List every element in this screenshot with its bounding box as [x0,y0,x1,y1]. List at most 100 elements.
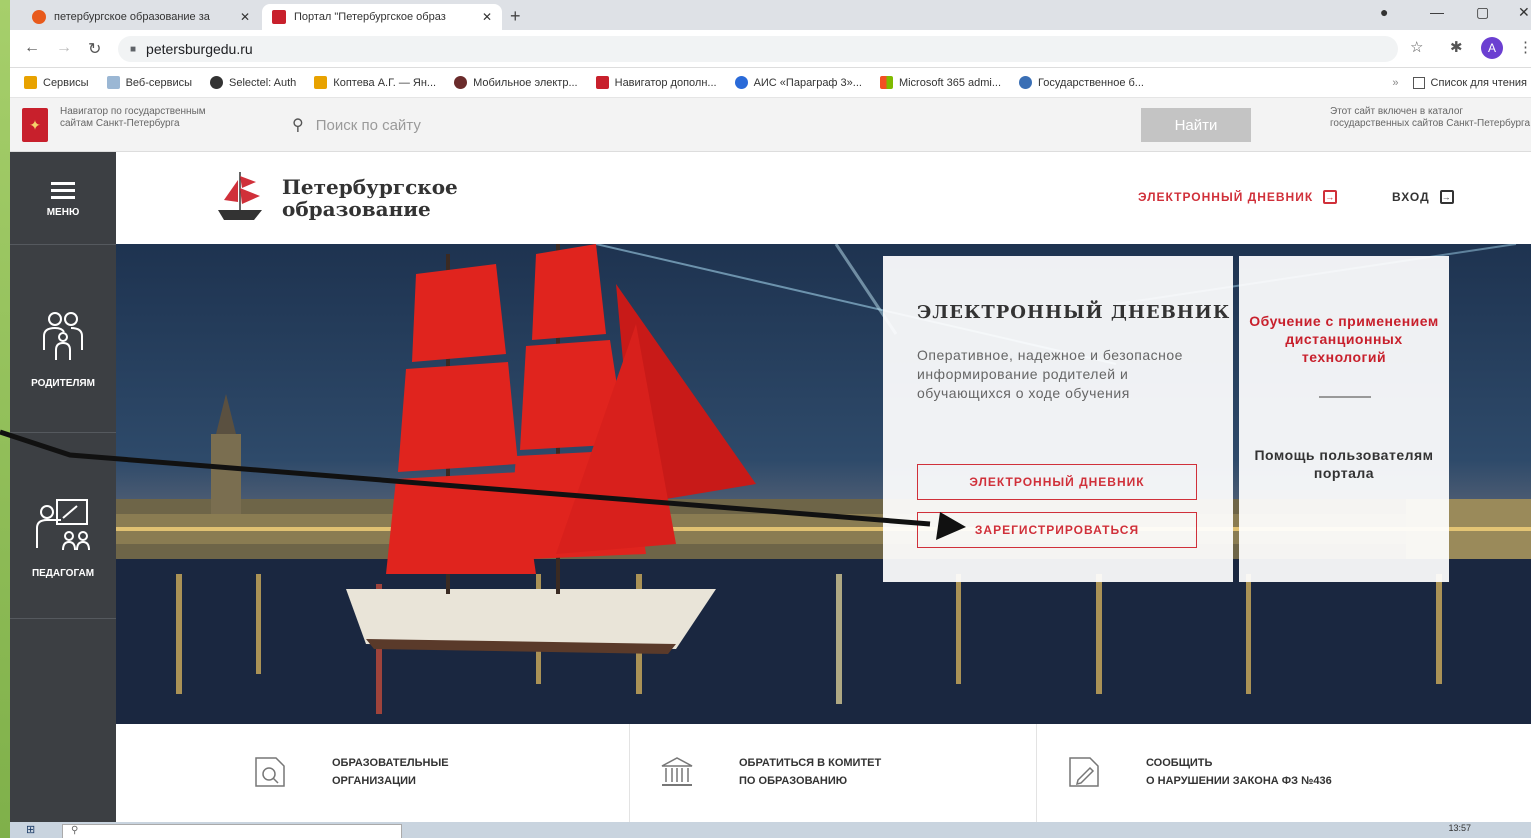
extensions-icon[interactable]: ✱ [1450,38,1463,56]
login-link[interactable]: ВХОД → [1392,190,1454,204]
bookmark-navigator[interactable]: Навигатор дополн... [595,76,717,89]
login-arrow-icon: → [1439,190,1454,204]
tab-title: петербургское образование за [54,11,210,23]
login-label: ВХОД [1392,190,1430,204]
user-help-link[interactable]: Помощь пользователям портала [1249,446,1439,482]
logo-line-2: образование [282,197,431,221]
gov-navigator-bar: ✦ Навигатор по государственным сайтам Са… [10,98,1531,152]
taskbar-clock[interactable]: 13:57 [1448,823,1471,833]
search-doc-icon [255,757,285,787]
hero-banner: ЭЛЕКТРОННЫЙ ДНЕВНИК Оперативное, надежно… [116,244,1531,724]
divider [10,244,116,245]
diary-card-description: Оперативное, надежное и безопасное инфор… [917,347,1183,401]
bookmark-gov[interactable]: Государственное б... [1019,76,1144,89]
bookmark-icon [734,76,748,89]
sidebar-item-parents[interactable]: РОДИТЕЛЯМ [10,310,116,389]
bookmark-ais-paragraph[interactable]: АИС «Параграф 3»... [734,76,862,89]
spb-emblem-icon[interactable]: ✦ [22,108,48,142]
bookmark-web-services[interactable]: Веб-сервисы [106,76,193,89]
site-header: Петербургское образование ЭЛЕКТРОННЫЙ ДН… [116,152,1531,244]
close-window-icon[interactable]: ✕ [1518,4,1530,21]
taskbar-search-input[interactable]: ⚲ [62,824,402,838]
maximize-icon[interactable]: ▢ [1476,4,1489,21]
divider [10,432,116,433]
bookmarks-bar: Сервисы Веб-сервисы Selectel: Auth Копте… [10,68,1531,98]
quick-link-line2: О НАРУШЕНИИ ЗАКОНА ФЗ №436 [1146,775,1332,787]
windows-taskbar: ⊞ ⚲ 13:57 [10,822,1531,838]
bookmark-icon [106,76,120,89]
tab-portal[interactable]: Портал "Петербургское образ ✕ [262,4,502,30]
forward-icon[interactable]: → [56,39,72,57]
navigator-text[interactable]: Навигатор по государственным сайтам Санк… [60,106,240,130]
close-tab-icon[interactable]: ✕ [240,10,250,24]
teachers-label: ПЕДАГОГАМ [31,568,95,579]
more-bookmarks-icon[interactable]: » [1392,77,1398,89]
search-placeholder: Поиск по сайту [315,116,421,134]
profile-avatar[interactable]: A [1481,37,1503,59]
microsoft-icon [879,76,893,89]
star-icon[interactable]: ☆ [1410,38,1423,56]
quick-link-report-violation[interactable]: СООБЩИТЬ О НАРУШЕНИИ ЗАКОНА ФЗ №436 [1066,754,1332,790]
quick-link-line2: ПО ОБРАЗОВАНИЮ [739,775,848,787]
windows-start-icon[interactable]: ⊞ [26,823,35,836]
teachers-icon [36,499,90,551]
menu-button[interactable]: МЕНЮ [10,178,116,218]
site-logo-text[interactable]: Петербургское образование [282,176,458,220]
url-field[interactable]: ■ petersburgedu.ru [118,36,1398,62]
reading-list-label: Список для чтения [1430,77,1527,89]
quick-link-line1: СООБЩИТЬ [1146,757,1213,769]
browser-window: петербургское образование за ✕ Портал "П… [10,0,1531,838]
bookmark-label: Сервисы [43,76,89,89]
quick-link-organizations[interactable]: ОБРАЗОВАТЕЛЬНЫЕ ОРГАНИЗАЦИИ [252,754,449,790]
header-diary-label: ЭЛЕКТРОННЫЙ ДНЕВНИК [1138,190,1314,204]
bookmark-kopteva[interactable]: Коптева А.Г. — Ян... [314,76,436,89]
mail-icon [314,76,328,89]
back-icon[interactable]: ← [24,39,40,57]
minimize-icon[interactable]: — [1430,4,1444,20]
sidebar: МЕНЮ РОДИТЕЛЯМ ПЕДАГОГАМ [10,152,116,838]
bookmark-microsoft-365[interactable]: Microsoft 365 admi... [879,76,1002,89]
tab-search[interactable]: петербургское образование за ✕ [22,4,260,30]
bookmark-selectel[interactable]: Selectel: Auth [210,76,296,89]
divider [10,618,116,619]
bookmark-label: Коптева А.Г. — Ян... [333,76,437,89]
tab-bar: петербургское образование за ✕ Портал "П… [10,0,1531,30]
divider [1319,396,1371,398]
bookmark-icon [454,76,468,89]
diary-button[interactable]: ЭЛЕКТРОННЫЙ ДНЕВНИК [917,464,1197,500]
building-icon [661,757,693,786]
yandex-icon [32,10,46,24]
browser-menu-icon[interactable]: ⋮ [1518,38,1531,56]
tab-title: Портал "Петербургское образ [294,11,446,23]
quick-link-committee[interactable]: ОБРАТИТЬСЯ В КОМИТЕТ ПО ОБРАЗОВАНИЮ [659,754,881,790]
reload-icon[interactable]: ↻ [88,39,101,59]
ship-logo-icon[interactable] [214,170,264,224]
bookmark-services[interactable]: Сервисы [24,76,89,89]
bookmark-label: Навигатор дополн... [614,76,717,89]
sidebar-item-teachers[interactable]: ПЕДАГОГАМ [10,496,116,579]
login-arrow-icon: → [1323,190,1338,204]
bookmark-label: Microsoft 365 admi... [898,76,1002,89]
bookmark-label: Веб-сервисы [125,76,193,89]
close-tab-icon[interactable]: ✕ [482,10,492,24]
globe-icon [210,76,224,89]
divider [1036,724,1037,822]
catalog-note: Этот сайт включен в каталог государствен… [1330,106,1531,129]
parents-icon [43,312,83,360]
site-search-input[interactable]: ⚲ Поиск по сайту [278,108,1128,142]
new-tab-icon[interactable]: + [510,6,521,27]
bookmark-label: Мобильное электр... [473,76,578,89]
search-button[interactable]: Найти [1141,108,1251,142]
record-icon: ● [1380,4,1389,20]
address-bar: ← → ↻ ■ petersburgedu.ru ☆ ✱ A ⋮ [10,30,1531,68]
distance-learning-link[interactable]: Обучение с применением дистанционных тех… [1249,312,1439,366]
diary-card: ЭЛЕКТРОННЫЙ ДНЕВНИК Оперативное, надежно… [883,256,1233,582]
bookmark-mobile-diary[interactable]: Мобильное электр... [454,76,578,89]
reading-list[interactable]: » Список для чтения [1392,68,1531,98]
edit-doc-icon [1069,757,1099,787]
quick-link-line1: ОБРАЗОВАТЕЛЬНЫЕ [332,757,449,769]
header-diary-link[interactable]: ЭЛЕКТРОННЫЙ ДНЕВНИК → [1138,190,1338,204]
side-card: Обучение с применением дистанционных тех… [1239,256,1449,582]
apps-icon [24,76,37,89]
register-button[interactable]: ЗАРЕГИСТРИРОВАТЬСЯ [917,512,1197,548]
